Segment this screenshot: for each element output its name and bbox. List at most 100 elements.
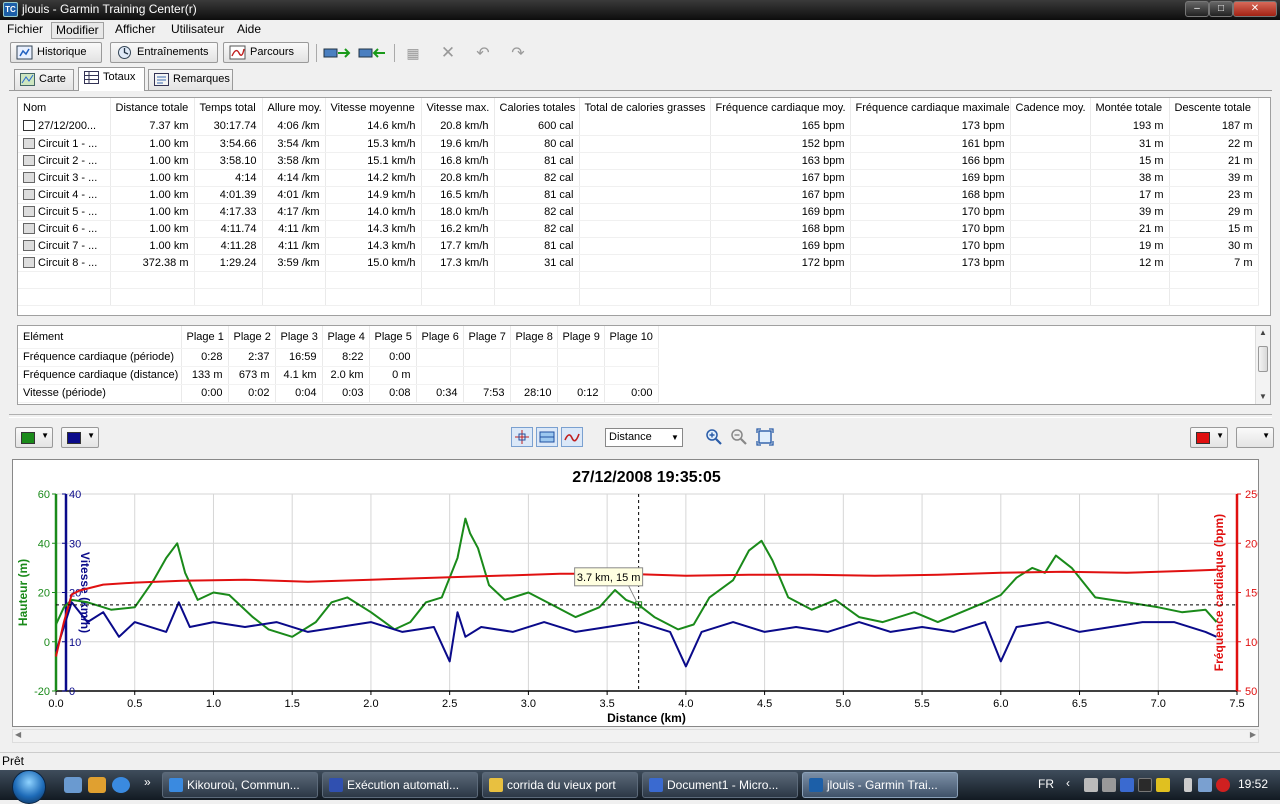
taskbar-button[interactable]: Kikouroù, Commun... — [162, 772, 318, 798]
table-row[interactable]: Circuit 5 - ... 1.00 km 4:17.33 4:17 /km 14.… — [18, 203, 1259, 221]
totals-column-header[interactable]: Cadence moy. — [1010, 98, 1091, 118]
tray-icon[interactable] — [1084, 778, 1098, 792]
chart-horizontal-scrollbar[interactable]: ◀ ▶ — [12, 729, 1259, 743]
battery-icon[interactable] — [1184, 778, 1192, 792]
historique-button[interactable]: Historique — [10, 42, 102, 63]
minimize-button[interactable]: – — [1185, 1, 1209, 17]
maximize-button[interactable]: □ — [1209, 1, 1233, 17]
network-icon[interactable] — [1198, 778, 1212, 792]
scroll-right-icon[interactable]: ▶ — [1250, 730, 1256, 739]
taskbar-button[interactable]: corrida du vieux port — [482, 772, 638, 798]
zoom-fit-icon[interactable] — [756, 428, 774, 446]
show-desktop-icon[interactable] — [64, 777, 82, 793]
scroll-up-icon[interactable]: ▲ — [1256, 326, 1270, 340]
zones-scrollbar[interactable]: ▲ ▼ — [1255, 326, 1270, 404]
zones-column-header[interactable]: Plage 1 — [181, 326, 229, 349]
chart-svg[interactable]: 27/12/2008 19:35:05 0.0 0.5 1.0 1.5 2.0 2.5 3.0… — [13, 460, 1258, 726]
totals-column-header[interactable]: Temps total — [194, 98, 263, 118]
table-row[interactable]: Fréquence cardiaque (distance) 133 m 673 m… — [18, 366, 659, 385]
table-row[interactable]: Circuit 6 - ... 1.00 km 4:11.74 4:11 /km 14.… — [18, 220, 1259, 238]
entrainements-button[interactable]: Entraînements — [110, 42, 218, 63]
volume-muted-icon[interactable] — [1216, 778, 1230, 792]
zones-column-header[interactable]: Plage 10 — [604, 326, 659, 349]
totals-column-header[interactable]: Calories totales — [494, 98, 580, 118]
totals-column-header[interactable]: Fréquence cardiaque maximale — [850, 98, 1011, 118]
speed-color-picker[interactable]: ▼ — [61, 427, 99, 448]
delete-icon[interactable]: ✕ — [437, 43, 459, 62]
zones-column-header[interactable]: Plage 5 — [369, 326, 417, 349]
scroll-left-icon[interactable]: ◀ — [15, 730, 21, 739]
menu-aide[interactable]: Aide — [233, 22, 265, 39]
zones-column-header[interactable]: Plage 2 — [228, 326, 276, 349]
totals-column-header[interactable]: Nom — [18, 98, 111, 118]
taskbar-button-active[interactable]: jlouis - Garmin Trai... — [802, 772, 958, 798]
totals-column-header[interactable]: Total de calories grasses — [579, 98, 711, 118]
chart-panel[interactable]: 27/12/2008 19:35:05 0.0 0.5 1.0 1.5 2.0 2.5 3.0… — [12, 459, 1259, 727]
zoom-out-icon[interactable] — [730, 428, 748, 446]
tray-icon[interactable] — [1138, 778, 1152, 792]
taskbar-button[interactable]: Exécution automati... — [322, 772, 478, 798]
zones-column-header[interactable]: Plage 4 — [322, 326, 370, 349]
zones-column-header[interactable]: Plage 3 — [275, 326, 323, 349]
table-row[interactable]: 27/12/200... 7.37 km 30:17.74 4:06 /km 14.6 … — [18, 118, 1259, 136]
zones-column-header[interactable]: Plage 6 — [416, 326, 464, 349]
totals-column-header[interactable]: Allure moy. — [262, 98, 326, 118]
table-row[interactable]: Circuit 1 - ... 1.00 km 3:54.66 3:54 /km 15.… — [18, 135, 1259, 153]
internet-explorer-icon[interactable] — [112, 777, 130, 793]
scroll-thumb[interactable] — [1258, 346, 1268, 372]
zones-column-header[interactable]: Plage 9 — [557, 326, 605, 349]
menu-afficher[interactable]: Afficher — [111, 22, 159, 39]
totals-column-header[interactable]: Vitesse max. — [421, 98, 495, 118]
zones-column-header[interactable]: Plage 8 — [510, 326, 558, 349]
zones-table[interactable]: Elément Plage 1 Plage 2 Plage 3 Plage 4 Plage… — [17, 325, 1271, 405]
table-row[interactable]: Vitesse (période) 0:00 0:02 0:04 0:03 0:08 0:3… — [18, 384, 659, 403]
totals-column-header[interactable]: Vitesse moyenne — [325, 98, 422, 118]
tab-remarques[interactable]: Remarques — [148, 69, 233, 90]
language-indicator[interactable]: FR — [1038, 777, 1054, 791]
tab-totaux[interactable]: Totaux — [78, 67, 145, 91]
totals-column-header[interactable]: Descente totale — [1169, 98, 1259, 118]
totals-column-header[interactable]: Fréquence cardiaque moy. — [710, 98, 851, 118]
menu-modifier[interactable]: Modifier — [51, 22, 104, 39]
table-row[interactable]: Circuit 4 - ... 1.00 km 4:01.39 4:01 /km 14.… — [18, 186, 1259, 204]
tray-icon[interactable] — [1156, 778, 1170, 792]
receive-from-device-icon[interactable] — [357, 44, 387, 62]
tray-expand-icon[interactable]: ‹ — [1066, 776, 1070, 790]
heartrate-color-picker[interactable]: ▼ — [1190, 427, 1228, 448]
redo-icon[interactable]: ↷ — [507, 44, 529, 62]
zones-column-header[interactable]: Elément — [18, 326, 182, 349]
totals-column-header[interactable]: Distance totale — [110, 98, 195, 118]
close-window-button[interactable]: ✕ — [1233, 1, 1277, 17]
table-row[interactable]: Circuit 2 - ... 1.00 km 3:58.10 3:58 /km 15.… — [18, 152, 1259, 170]
clock[interactable]: 19:52 — [1238, 777, 1268, 791]
extra-color-picker[interactable]: ▼ — [1236, 427, 1274, 448]
table-row[interactable]: Fréquence cardiaque (période) 0:28 2:37 16:… — [18, 348, 659, 367]
taskbar-button[interactable]: Document1 - Micro... — [642, 772, 798, 798]
table-row[interactable]: Circuit 8 - ... 372.38 m 1:29.24 3:59 /km 15… — [18, 254, 1259, 272]
tray-icon[interactable] — [1102, 778, 1116, 792]
range-mode-button[interactable] — [536, 427, 558, 447]
tab-carte[interactable]: Carte — [14, 69, 74, 90]
send-to-device-icon[interactable] — [322, 44, 352, 62]
zones-column-header[interactable]: Plage 7 — [463, 326, 511, 349]
totals-table[interactable]: Nom Distance totale Temps total Allure moy.… — [17, 97, 1271, 316]
device-icon[interactable]: ▦ — [402, 44, 424, 62]
curve-mode-button[interactable] — [561, 427, 583, 447]
undo-icon[interactable]: ↶ — [472, 44, 494, 62]
explorer-icon[interactable] — [88, 777, 106, 793]
quicklaunch-more-icon[interactable]: » — [144, 775, 151, 789]
totals-column-header[interactable]: Montée totale — [1090, 98, 1170, 118]
table-row[interactable]: Circuit 7 - ... 1.00 km 4:11.28 4:11 /km 14.… — [18, 237, 1259, 255]
zoom-in-icon[interactable] — [705, 428, 723, 446]
elevation-color-picker[interactable]: ▼ — [15, 427, 53, 448]
tray-icon[interactable] — [1120, 778, 1134, 792]
menu-utilisateur[interactable]: Utilisateur — [167, 22, 228, 39]
splitter[interactable] — [9, 414, 1272, 418]
start-button[interactable] — [12, 770, 46, 804]
parcours-button[interactable]: Parcours — [223, 42, 309, 63]
scroll-down-icon[interactable]: ▼ — [1256, 390, 1270, 404]
x-axis-select[interactable]: Distance ▼ — [605, 428, 683, 447]
table-row[interactable]: Circuit 3 - ... 1.00 km 4:14 4:14 /km 14.2 k… — [18, 169, 1259, 187]
crosshair-mode-button[interactable] — [511, 427, 533, 447]
menu-fichier[interactable]: Fichier — [3, 22, 47, 39]
